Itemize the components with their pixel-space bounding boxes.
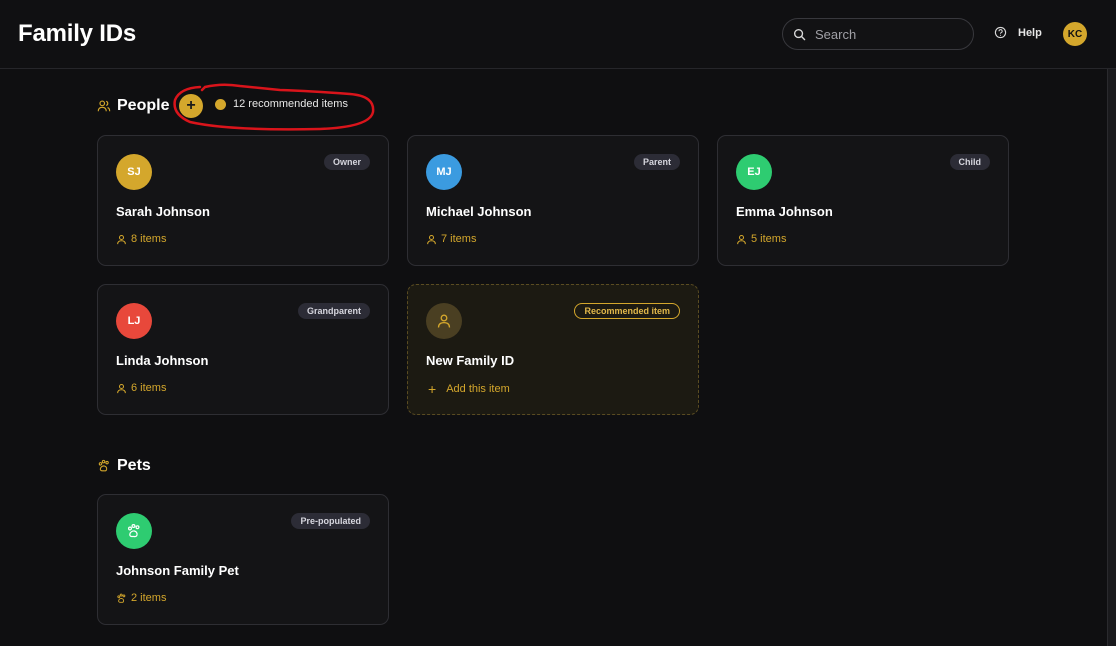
people-heading-label: People — [117, 97, 170, 114]
person-card[interactable]: EJ Child Emma Johnson 5 items — [717, 135, 1009, 266]
add-person-button[interactable]: + — [179, 94, 203, 118]
recommended-name: New Family ID — [426, 353, 515, 368]
person-icon — [117, 383, 126, 393]
person-icon — [117, 234, 126, 244]
item-count-label: 5 items — [751, 233, 787, 245]
search-input[interactable] — [815, 26, 965, 42]
recommended-dot — [215, 98, 226, 110]
item-count-label: 6 items — [131, 382, 167, 394]
recommended-items-text: 12 recommended items — [233, 98, 348, 110]
pet-card[interactable]: Pre-populated Johnson Family Pet 2 items — [97, 494, 389, 625]
person-name: Linda Johnson — [116, 353, 209, 368]
paw-icon — [127, 524, 140, 538]
people-section-heading: People — [97, 97, 169, 115]
item-count-label: 8 items — [131, 233, 167, 245]
person-card[interactable]: MJ Parent Michael Johnson 7 items — [407, 135, 699, 266]
role-badge: Parent — [633, 154, 680, 170]
person-name: Sarah Johnson — [116, 204, 210, 219]
person-card[interactable]: LJ Grandparent Linda Johnson 6 items — [97, 284, 389, 415]
add-this-item-label: Add this item — [446, 383, 510, 395]
person-icon — [427, 234, 436, 244]
help-link[interactable]: Help — [994, 26, 1042, 39]
page-title: Family IDs — [18, 20, 137, 47]
person-name: Emma Johnson — [736, 204, 833, 219]
item-count: 8 items — [116, 233, 166, 245]
user-avatar[interactable]: KC — [1063, 22, 1087, 46]
search-box[interactable] — [782, 18, 974, 50]
top-bar: Family IDs Help KC — [0, 0, 1116, 69]
item-count: 5 items — [736, 233, 786, 245]
person-icon — [737, 234, 746, 244]
role-badge: Owner — [323, 154, 370, 170]
person-name: Michael Johnson — [426, 204, 532, 219]
role-badge: Grandparent — [297, 303, 370, 319]
plus-icon: + — [428, 381, 437, 397]
avatar — [426, 303, 462, 339]
pets-heading-label: Pets — [117, 457, 151, 474]
role-badge: Child — [949, 154, 990, 170]
search-icon — [793, 28, 806, 40]
item-count: 6 items — [116, 382, 166, 394]
avatar: EJ — [736, 154, 772, 190]
people-icon — [97, 100, 111, 112]
avatar: LJ — [116, 303, 152, 339]
person-card[interactable]: SJ Owner Sarah Johnson 8 items — [97, 135, 389, 266]
avatar: MJ — [426, 154, 462, 190]
pet-name: Johnson Family Pet — [116, 563, 239, 578]
paw-icon — [98, 459, 109, 472]
pre-populated-badge: Pre-populated — [291, 513, 370, 529]
item-count: 7 items — [426, 233, 476, 245]
avatar: SJ — [116, 154, 152, 190]
recommended-badge: Recommended item — [574, 303, 680, 319]
paw-icon — [117, 593, 126, 603]
pets-section-heading: Pets — [97, 457, 151, 475]
add-this-item-button[interactable]: + Add this item — [428, 382, 510, 396]
item-count-label: 2 items — [131, 592, 167, 604]
item-count-label: 7 items — [441, 233, 477, 245]
recommended-items-indicator[interactable]: 12 recommended items — [215, 98, 348, 110]
help-icon — [994, 26, 1007, 39]
scrollbar[interactable] — [1107, 69, 1116, 646]
person-icon — [437, 314, 451, 328]
help-label: Help — [1018, 26, 1042, 39]
avatar — [116, 513, 152, 549]
recommended-card[interactable]: Recommended item New Family ID + Add thi… — [407, 284, 699, 415]
item-count: 2 items — [116, 592, 166, 604]
